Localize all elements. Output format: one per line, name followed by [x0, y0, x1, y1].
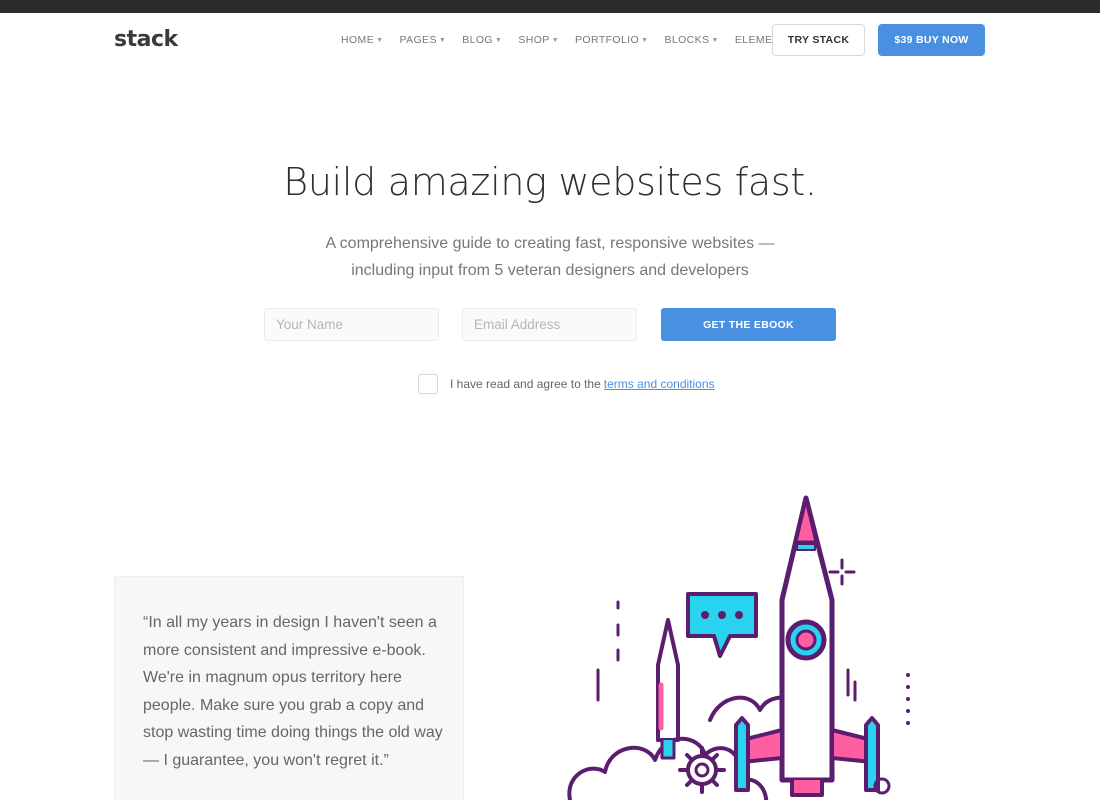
- caret-down-icon: ▼: [711, 37, 719, 44]
- navbar: stack HOME ▼ PAGES ▼ BLOG ▼ SHOP ▼ PORTFOLIO…: [0, 13, 1100, 69]
- caret-down-icon: ▼: [438, 37, 447, 44]
- menu-item-blog[interactable]: BLOG ▼: [462, 34, 502, 46]
- email-input[interactable]: [462, 308, 637, 341]
- menu-item-label: PORTFOLIO: [575, 34, 640, 46]
- terms-link[interactable]: terms and conditions: [604, 377, 715, 391]
- hero-subtitle: A comprehensive guide to creating fast, …: [325, 235, 775, 279]
- caret-down-icon: ▼: [494, 37, 503, 44]
- name-input[interactable]: [264, 308, 439, 341]
- try-stack-button[interactable]: TRY STACK: [772, 24, 865, 56]
- get-ebook-button[interactable]: GET THE EBOOK: [661, 308, 836, 341]
- testimonial-card: “In all my years in design I haven't see…: [114, 576, 464, 800]
- caret-down-icon: ▼: [641, 37, 649, 44]
- agree-text: I have read and agree to the: [450, 377, 601, 391]
- testimonial-quote: “In all my years in design I haven't see…: [143, 614, 443, 769]
- menu-item-portfolio[interactable]: PORTFOLIO ▼: [575, 34, 648, 46]
- rocket-launch-illustration: [567, 495, 910, 800]
- caret-down-icon: ▼: [376, 37, 384, 44]
- menu-item-label: PAGES: [399, 34, 437, 46]
- logo[interactable]: stack: [114, 27, 178, 52]
- menu-item-blocks[interactable]: BLOCKS ▼: [664, 34, 718, 46]
- menu-item-label: SHOP: [518, 34, 550, 46]
- menu-item-label: HOME: [341, 34, 375, 46]
- top-browser-strip: [0, 0, 1100, 13]
- menu-item-pages[interactable]: PAGES ▼: [399, 34, 446, 46]
- main-menu: HOME ▼ PAGES ▼ BLOG ▼ SHOP ▼ PORTFOLIO ▼ BLOC…: [341, 34, 820, 46]
- menu-item-label: BLOG: [462, 34, 493, 46]
- caret-down-icon: ▼: [551, 37, 560, 44]
- menu-item-shop[interactable]: SHOP ▼: [518, 34, 559, 46]
- menu-item-home[interactable]: HOME ▼: [341, 34, 383, 46]
- hero-title: Build amazing websites fast.: [283, 160, 817, 204]
- terms-checkbox[interactable]: [418, 374, 438, 394]
- menu-item-label: BLOCKS: [664, 34, 710, 46]
- terms-agreement: I have read and agree to the terms and c…: [418, 374, 715, 394]
- buy-now-button[interactable]: $39 BUY NOW: [878, 24, 985, 56]
